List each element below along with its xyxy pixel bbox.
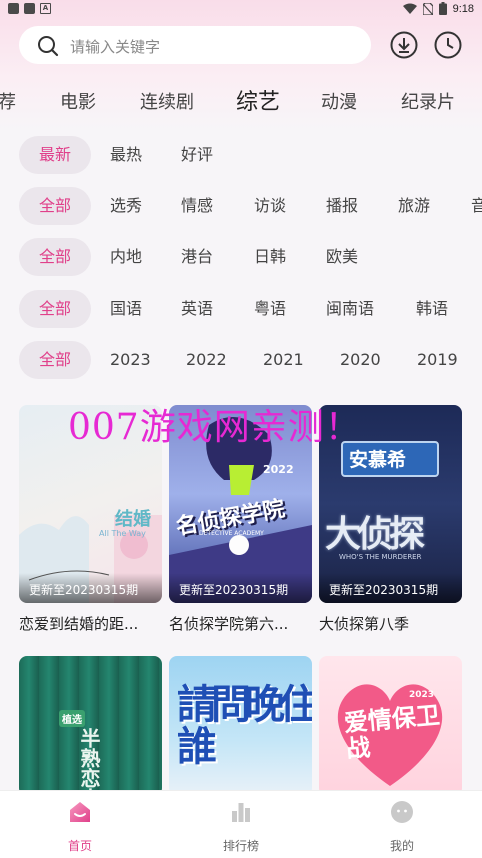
tab-documentary[interactable]: 纪录片 <box>401 88 455 114</box>
poster-brand-text: 植选 <box>59 710 85 727</box>
bottom-navigation: 首页 排行榜 我的 <box>0 790 482 858</box>
tab-series[interactable]: 连续剧 <box>140 88 194 114</box>
filter-year-2023[interactable]: 2023 <box>110 341 151 379</box>
filter-row-year: 全部 2023 2022 2021 2020 2019 <box>0 341 482 381</box>
poster-year-text: 2022 <box>263 463 294 476</box>
video-card[interactable]: 請問晚住誰 <box>169 656 312 796</box>
filter-lang-korean[interactable]: 韩语 <box>416 290 448 328</box>
notification-icon <box>8 3 19 14</box>
filter-type-travel[interactable]: 旅游 <box>398 187 430 225</box>
filter-type-talent[interactable]: 选秀 <box>110 187 142 225</box>
filter-lang-english[interactable]: 英语 <box>181 290 213 328</box>
watermark-text: 007游戏网亲测！ <box>68 407 362 448</box>
filter-type-romance[interactable]: 情感 <box>181 187 213 225</box>
card-title: 恋爱到结婚的距... <box>19 615 139 633</box>
filter-sort-latest[interactable]: 最新 <box>19 136 91 174</box>
poster-subtitle-text: All The Way <box>99 529 146 538</box>
nav-ranking[interactable]: 排行榜 <box>191 799 291 854</box>
wifi-icon <box>402 3 417 14</box>
notification-icon <box>24 3 35 14</box>
video-card[interactable]: 2023 爱情保卫战 <box>319 656 462 796</box>
filter-lang-cantonese[interactable]: 粤语 <box>254 290 286 328</box>
filter-year-all[interactable]: 全部 <box>19 341 91 379</box>
poster-title-text: 爱情保卫战 <box>342 701 441 764</box>
update-badge: 更新至20230315期 <box>319 573 462 603</box>
nav-home-label: 首页 <box>67 839 92 853</box>
profile-icon <box>391 801 413 823</box>
home-icon <box>70 802 90 822</box>
history-clock-icon[interactable] <box>434 31 462 59</box>
tab-variety[interactable]: 综艺 <box>236 84 280 116</box>
battery-icon <box>438 2 447 15</box>
filter-sort-hot[interactable]: 最热 <box>110 136 142 174</box>
tab-movie[interactable]: 电影 <box>60 88 96 114</box>
filter-sort-rating[interactable]: 好评 <box>181 136 213 174</box>
no-sim-icon <box>422 2 433 15</box>
download-icon[interactable] <box>390 31 418 59</box>
filter-lang-mandarin[interactable]: 国语 <box>110 290 142 328</box>
update-badge: 更新至20230315期 <box>169 573 312 603</box>
search-icon <box>38 36 59 57</box>
filter-row-type: 全部 选秀 情感 访谈 播报 旅游 音 <box>0 187 482 227</box>
search-input[interactable]: 请输入关键字 <box>19 26 371 64</box>
status-notifications: A <box>8 3 51 14</box>
status-time: 9:18 <box>452 2 474 15</box>
filter-lang-minnan[interactable]: 闽南语 <box>326 290 374 328</box>
category-tabs: 荐 电影 连续剧 综艺 动漫 纪录片 <box>0 78 482 122</box>
filter-type-all[interactable]: 全部 <box>19 187 91 225</box>
filter-year-2022[interactable]: 2022 <box>186 341 227 379</box>
filter-row-language: 全部 国语 英语 粤语 闽南语 韩语 <box>0 290 482 330</box>
filter-lang-all[interactable]: 全部 <box>19 290 91 328</box>
poster-image: 2023 爱情保卫战 <box>319 656 462 796</box>
nav-home[interactable]: 首页 <box>30 799 130 854</box>
poster-image: 植选 半熟恋人 <box>19 656 162 796</box>
filter-row-sort: 最新 最热 好评 <box>0 136 482 176</box>
filter-type-music[interactable]: 音 <box>471 187 482 225</box>
poster-subtitle-text: DETECTIVE ACADEMY <box>199 530 264 537</box>
card-title: 大侦探第八季 <box>319 615 410 633</box>
filter-region-mainland[interactable]: 内地 <box>110 238 142 276</box>
update-badge: 更新至20230315期 <box>19 573 162 603</box>
filter-year-2019[interactable]: 2019 <box>417 341 458 379</box>
filter-row-region: 全部 内地 港台 日韩 欧美 <box>0 238 482 278</box>
notification-a-icon: A <box>40 3 51 14</box>
nav-ranking-label: 排行榜 <box>222 839 259 853</box>
filter-year-2021[interactable]: 2021 <box>263 341 304 379</box>
poster-title-text: 請問晚住誰 <box>177 682 312 770</box>
filter-region-jpkr[interactable]: 日韩 <box>254 238 286 276</box>
tab-recommend[interactable]: 荐 <box>0 88 16 114</box>
status-bar: A 9:18 <box>0 0 482 20</box>
poster-image: 請問晚住誰 <box>169 656 312 796</box>
filter-region-all[interactable]: 全部 <box>19 238 91 276</box>
nav-profile-label: 我的 <box>389 839 414 853</box>
filter-region-hktw[interactable]: 港台 <box>181 238 213 276</box>
tab-anime[interactable]: 动漫 <box>321 88 357 114</box>
card-title: 名侦探学院第六... <box>169 615 289 633</box>
poster-subtitle-text: WHO'S THE MURDERER <box>339 553 422 561</box>
nav-profile[interactable]: 我的 <box>352 799 452 854</box>
poster-title-text: 大侦探 <box>325 514 425 555</box>
poster-year-text: 2023 <box>409 690 435 700</box>
filter-type-interview[interactable]: 访谈 <box>254 187 286 225</box>
poster-title-text: 半熟恋人 <box>77 728 101 796</box>
poster-title-text: 结婚 <box>115 509 151 530</box>
video-card[interactable]: 植选 半熟恋人 <box>19 656 162 796</box>
filter-region-western[interactable]: 欧美 <box>326 238 358 276</box>
chart-icon <box>232 803 250 822</box>
filter-year-2020[interactable]: 2020 <box>340 341 381 379</box>
search-placeholder: 请输入关键字 <box>70 38 161 56</box>
status-indicators: 9:18 <box>402 2 474 15</box>
filter-type-broadcast[interactable]: 播报 <box>326 187 358 225</box>
